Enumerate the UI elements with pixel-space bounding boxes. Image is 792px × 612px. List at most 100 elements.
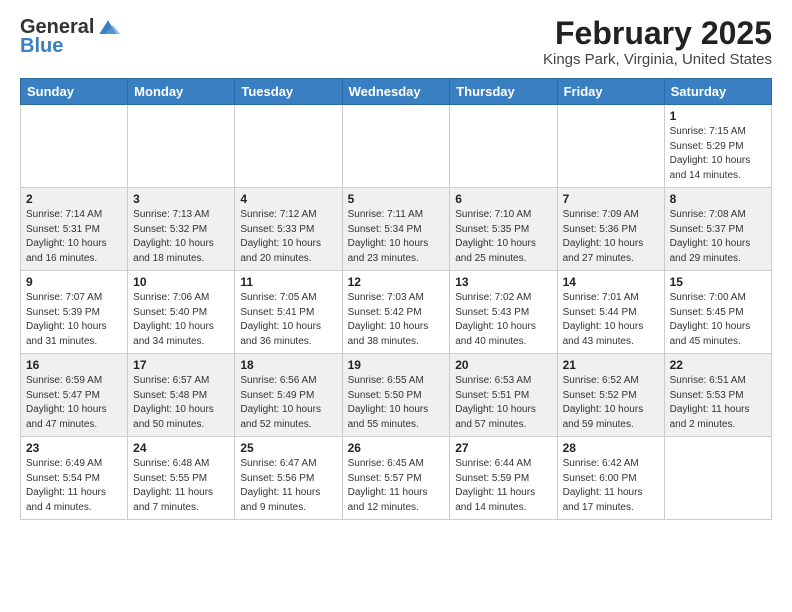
day-header-wednesday: Wednesday <box>342 79 450 105</box>
day-info: Sunrise: 6:53 AM Sunset: 5:51 PM Dayligh… <box>455 374 551 432</box>
day-number: 9 <box>26 275 122 289</box>
calendar-cell: 7 Sunrise: 7:09 AM Sunset: 5:36 PM Daylig… <box>557 188 664 271</box>
day-info: Sunrise: 6:47 AM Sunset: 5:56 PM Dayligh… <box>240 457 336 515</box>
day-number: 13 <box>455 275 551 289</box>
calendar-cell: 10 Sunrise: 7:06 AM Sunset: 5:40 PM Dayli… <box>128 271 235 354</box>
day-number: 20 <box>455 358 551 372</box>
day-info: Sunrise: 7:11 AM Sunset: 5:34 PM Dayligh… <box>348 208 445 266</box>
page: General Blue February 2025 Kings Park, V… <box>0 0 792 536</box>
day-number: 4 <box>240 192 336 206</box>
day-number: 16 <box>26 358 122 372</box>
day-number: 3 <box>133 192 229 206</box>
day-number: 7 <box>563 192 659 206</box>
day-number: 28 <box>563 441 659 455</box>
day-number: 10 <box>133 275 229 289</box>
day-info: Sunrise: 6:59 AM Sunset: 5:47 PM Dayligh… <box>26 374 122 432</box>
day-number: 15 <box>670 275 766 289</box>
calendar-cell: 25Sunrise: 6:47 AM Sunset: 5:56 PM Dayli… <box>235 437 342 520</box>
day-info: Sunrise: 7:13 AM Sunset: 5:32 PM Dayligh… <box>133 208 229 266</box>
day-info: Sunrise: 7:00 AM Sunset: 5:45 PM Dayligh… <box>670 291 766 349</box>
calendar-cell: 26Sunrise: 6:45 AM Sunset: 5:57 PM Dayli… <box>342 437 450 520</box>
day-info: Sunrise: 6:49 AM Sunset: 5:54 PM Dayligh… <box>26 457 122 515</box>
calendar-cell: 1 Sunrise: 7:15 AM Sunset: 5:29 PM Daylig… <box>664 105 771 188</box>
calendar-cell: 18Sunrise: 6:56 AM Sunset: 5:49 PM Dayli… <box>235 354 342 437</box>
day-info: Sunrise: 7:06 AM Sunset: 5:40 PM Dayligh… <box>133 291 229 349</box>
day-header-sunday: Sunday <box>21 79 128 105</box>
calendar-cell: 23 Sunrise: 6:49 AM Sunset: 5:54 PM Dayli… <box>21 437 128 520</box>
day-header-thursday: Thursday <box>450 79 557 105</box>
calendar-cell <box>450 105 557 188</box>
day-info: Sunrise: 7:03 AM Sunset: 5:42 PM Dayligh… <box>348 291 445 349</box>
calendar-cell: 19Sunrise: 6:55 AM Sunset: 5:50 PM Dayli… <box>342 354 450 437</box>
calendar-week-1: 1 Sunrise: 7:15 AM Sunset: 5:29 PM Daylig… <box>21 105 772 188</box>
header: General Blue February 2025 Kings Park, V… <box>20 16 772 68</box>
day-number: 12 <box>348 275 445 289</box>
calendar-cell <box>664 437 771 520</box>
day-info: Sunrise: 7:05 AM Sunset: 5:41 PM Dayligh… <box>240 291 336 349</box>
calendar-week-2: 2 Sunrise: 7:14 AM Sunset: 5:31 PM Daylig… <box>21 188 772 271</box>
logo-icon <box>96 18 120 38</box>
day-header-friday: Friday <box>557 79 664 105</box>
day-number: 8 <box>670 192 766 206</box>
calendar-cell: 20 Sunrise: 6:53 AM Sunset: 5:51 PM Dayli… <box>450 354 557 437</box>
day-number: 1 <box>670 109 766 123</box>
calendar-cell: 21 Sunrise: 6:52 AM Sunset: 5:52 PM Dayli… <box>557 354 664 437</box>
day-number: 27 <box>455 441 551 455</box>
calendar-cell: 9 Sunrise: 7:07 AM Sunset: 5:39 PM Daylig… <box>21 271 128 354</box>
calendar-cell <box>235 105 342 188</box>
calendar-table: SundayMondayTuesdayWednesdayThursdayFrid… <box>20 78 772 520</box>
day-number: 14 <box>563 275 659 289</box>
day-number: 5 <box>348 192 445 206</box>
calendar-cell <box>128 105 235 188</box>
calendar-cell: 11 Sunrise: 7:05 AM Sunset: 5:41 PM Dayli… <box>235 271 342 354</box>
calendar-cell: 28Sunrise: 6:42 AM Sunset: 6:00 PM Dayli… <box>557 437 664 520</box>
calendar-cell: 4 Sunrise: 7:12 AM Sunset: 5:33 PM Daylig… <box>235 188 342 271</box>
calendar-cell: 27 Sunrise: 6:44 AM Sunset: 5:59 PM Dayli… <box>450 437 557 520</box>
calendar-cell: 6 Sunrise: 7:10 AM Sunset: 5:35 PM Daylig… <box>450 188 557 271</box>
logo: General Blue <box>20 16 120 58</box>
day-info: Sunrise: 6:48 AM Sunset: 5:55 PM Dayligh… <box>133 457 229 515</box>
day-info: Sunrise: 7:08 AM Sunset: 5:37 PM Dayligh… <box>670 208 766 266</box>
day-info: Sunrise: 7:12 AM Sunset: 5:33 PM Dayligh… <box>240 208 336 266</box>
logo-blue-text: Blue <box>20 35 63 57</box>
calendar-week-4: 16 Sunrise: 6:59 AM Sunset: 5:47 PM Dayli… <box>21 354 772 437</box>
day-number: 26 <box>348 441 445 455</box>
calendar-cell: 15 Sunrise: 7:00 AM Sunset: 5:45 PM Dayli… <box>664 271 771 354</box>
day-info: Sunrise: 7:09 AM Sunset: 5:36 PM Dayligh… <box>563 208 659 266</box>
day-number: 2 <box>26 192 122 206</box>
calendar-header-row: SundayMondayTuesdayWednesdayThursdayFrid… <box>21 79 772 105</box>
day-number: 23 <box>26 441 122 455</box>
day-info: Sunrise: 7:02 AM Sunset: 5:43 PM Dayligh… <box>455 291 551 349</box>
calendar-cell: 12 Sunrise: 7:03 AM Sunset: 5:42 PM Dayli… <box>342 271 450 354</box>
day-info: Sunrise: 6:55 AM Sunset: 5:50 PM Dayligh… <box>348 374 445 432</box>
calendar-subtitle: Kings Park, Virginia, United States <box>543 51 772 68</box>
calendar-week-5: 23 Sunrise: 6:49 AM Sunset: 5:54 PM Dayli… <box>21 437 772 520</box>
day-info: Sunrise: 7:07 AM Sunset: 5:39 PM Dayligh… <box>26 291 122 349</box>
calendar-cell <box>557 105 664 188</box>
day-number: 17 <box>133 358 229 372</box>
day-info: Sunrise: 6:56 AM Sunset: 5:49 PM Dayligh… <box>240 374 336 432</box>
day-info: Sunrise: 7:15 AM Sunset: 5:29 PM Dayligh… <box>670 125 766 183</box>
calendar-title: February 2025 <box>543 16 772 51</box>
day-number: 11 <box>240 275 336 289</box>
calendar-cell: 3 Sunrise: 7:13 AM Sunset: 5:32 PM Daylig… <box>128 188 235 271</box>
day-number: 6 <box>455 192 551 206</box>
calendar-week-3: 9 Sunrise: 7:07 AM Sunset: 5:39 PM Daylig… <box>21 271 772 354</box>
calendar-cell <box>342 105 450 188</box>
title-block: February 2025 Kings Park, Virginia, Unit… <box>543 16 772 68</box>
day-info: Sunrise: 6:57 AM Sunset: 5:48 PM Dayligh… <box>133 374 229 432</box>
calendar-cell: 17 Sunrise: 6:57 AM Sunset: 5:48 PM Dayli… <box>128 354 235 437</box>
day-info: Sunrise: 7:10 AM Sunset: 5:35 PM Dayligh… <box>455 208 551 266</box>
day-info: Sunrise: 7:01 AM Sunset: 5:44 PM Dayligh… <box>563 291 659 349</box>
day-info: Sunrise: 6:44 AM Sunset: 5:59 PM Dayligh… <box>455 457 551 515</box>
day-number: 24 <box>133 441 229 455</box>
day-header-monday: Monday <box>128 79 235 105</box>
day-info: Sunrise: 7:14 AM Sunset: 5:31 PM Dayligh… <box>26 208 122 266</box>
day-number: 22 <box>670 358 766 372</box>
calendar-cell: 22 Sunrise: 6:51 AM Sunset: 5:53 PM Dayli… <box>664 354 771 437</box>
day-info: Sunrise: 6:52 AM Sunset: 5:52 PM Dayligh… <box>563 374 659 432</box>
day-number: 21 <box>563 358 659 372</box>
calendar-cell: 8 Sunrise: 7:08 AM Sunset: 5:37 PM Daylig… <box>664 188 771 271</box>
day-info: Sunrise: 6:51 AM Sunset: 5:53 PM Dayligh… <box>670 374 766 432</box>
day-header-saturday: Saturday <box>664 79 771 105</box>
